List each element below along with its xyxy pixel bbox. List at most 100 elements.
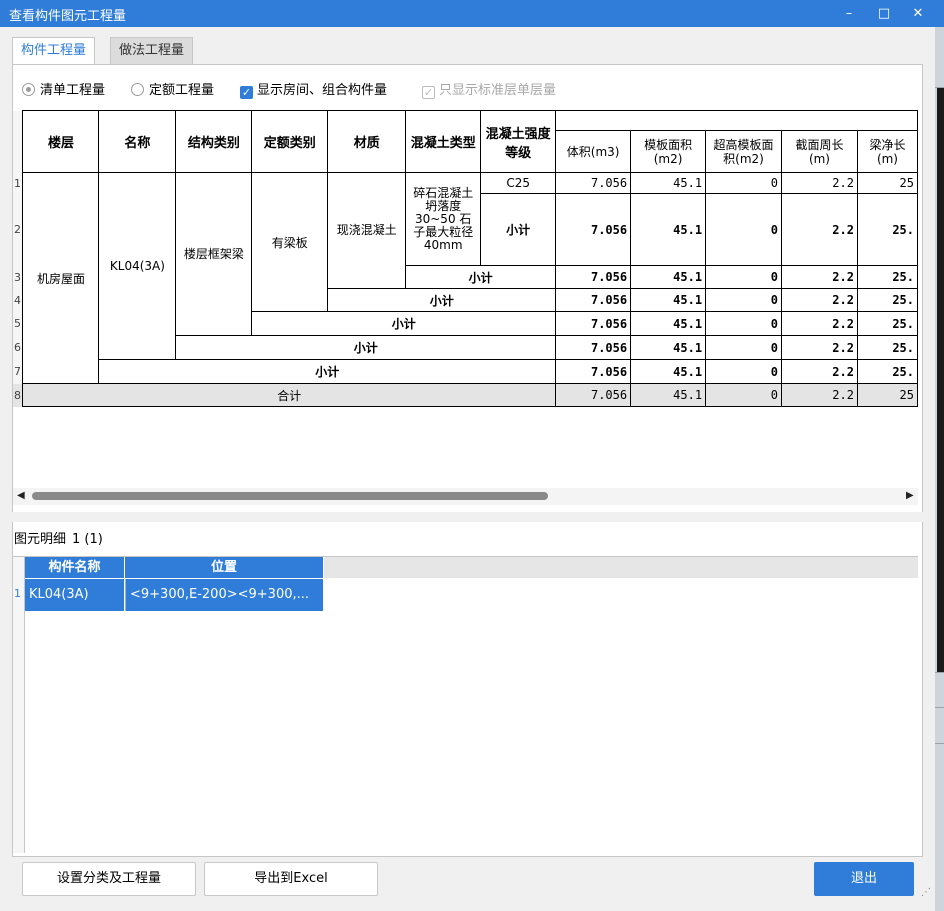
detail-cell-name[interactable]: KL04(3A) [25,579,124,611]
checkbox-standard-floor: ✓ 只显示标准层单层量 [422,80,556,102]
radio-bill-label: 清单工程量 [40,83,106,98]
header-concrete-grade[interactable]: 混凝土强度等级 [480,110,557,173]
cell-quota[interactable]: 有梁板 [251,172,329,312]
row-number: 8 [13,383,24,407]
cell-perimeter[interactable]: 2.2 [781,193,858,266]
close-icon[interactable]: ✕ [903,0,933,27]
row-number: 3 [13,265,24,289]
header-struct[interactable]: 结构类别 [175,110,253,173]
cell-length[interactable]: 25. [856,335,918,360]
cell-formwork[interactable]: 45.1 [630,383,707,407]
header-floor[interactable]: 楼层 [22,110,100,173]
minimize-icon[interactable]: – [834,0,864,27]
cell-formwork[interactable]: 45.1 [630,311,707,336]
cell-length[interactable]: 25. [856,265,918,289]
cell-super[interactable]: 0 [705,172,782,194]
radio-quota-quantity[interactable]: 定额工程量 [131,80,214,102]
row-number-header [13,110,24,173]
header-concrete-type[interactable]: 混凝土类型 [405,110,482,173]
cell-name[interactable]: KL04(3A) [98,172,177,360]
detail-row-number: 1 [14,587,21,600]
cell-formwork[interactable]: 45.1 [630,172,707,194]
cell-length[interactable]: 25. [856,311,918,336]
quantity-grid[interactable]: 楼层 名称 结构类别 定额类别 材质 混凝土类型 混凝土强度等级 体积(m3) … [13,110,918,488]
cell-super[interactable]: 0 [705,193,782,266]
cell-total[interactable]: 合计 [22,383,557,407]
cell-length[interactable]: 25. [856,359,918,384]
cell-subtotal[interactable]: 小计 [327,288,557,312]
exit-button[interactable]: 退出 [814,862,914,896]
header-material[interactable]: 材质 [327,110,407,173]
cell-formwork[interactable]: 45.1 [630,265,707,289]
cell-subtotal[interactable]: 小计 [175,335,557,360]
cell-super[interactable]: 0 [705,359,782,384]
header-perimeter[interactable]: 截面周长(m) [781,130,858,173]
cell-concrete-type[interactable]: 碎石混凝土 坍落度30~50 石子最大粒径40mm [405,172,482,266]
cell-subtotal[interactable]: 小计 [480,193,557,266]
cell-volume[interactable]: 7.056 [555,383,632,407]
cell-super[interactable]: 0 [705,335,782,360]
tab-component-quantity[interactable]: 构件工程量 [12,37,96,65]
header-length[interactable]: 梁净长(m) [856,130,918,173]
cell-perimeter[interactable]: 2.2 [781,172,858,194]
cell-struct[interactable]: 楼层框架梁 [175,172,253,336]
cell-length[interactable]: 25 [856,383,918,407]
cell-subtotal[interactable]: 小计 [251,311,557,336]
cell-super[interactable]: 0 [705,383,782,407]
detail-grid[interactable]: 1 构件名称 位置 KL04(3A) <9+300,E-200><9+300,.… [13,556,918,853]
radio-bill-quantity[interactable]: 清单工程量 [22,80,105,102]
cell-length[interactable]: 25. [856,288,918,312]
row-number: 1 [13,172,24,194]
scroll-left-icon[interactable]: ◀ [17,490,25,501]
cell-grade[interactable]: C25 [480,172,557,194]
cell-perimeter[interactable]: 2.2 [781,311,858,336]
detail-header-empty [324,557,918,578]
checkbox-checked-icon: ✓ [240,86,253,99]
header-volume[interactable]: 体积(m3) [555,130,632,173]
cell-perimeter[interactable]: 2.2 [781,288,858,312]
cell-subtotal[interactable]: 小计 [98,359,557,384]
cell-subtotal[interactable]: 小计 [405,265,557,289]
cell-material[interactable]: 现浇混凝土 [327,172,407,289]
cell-perimeter[interactable]: 2.2 [781,335,858,360]
cell-formwork[interactable]: 45.1 [630,193,707,266]
export-excel-button[interactable]: 导出到Excel [204,862,378,896]
cell-floor[interactable]: 机房屋面 [22,172,100,384]
cell-formwork[interactable]: 45.1 [630,288,707,312]
checkbox-show-rooms[interactable]: ✓ 显示房间、组合构件量 [240,80,387,102]
cell-super[interactable]: 0 [705,311,782,336]
detail-header-name[interactable]: 构件名称 [25,557,124,578]
horizontal-scrollbar[interactable]: ◀ ▶ [13,488,918,505]
maximize-icon[interactable]: □ [869,0,899,27]
cell-volume[interactable]: 7.056 [555,193,632,266]
row-number: 6 [13,335,24,360]
scrollbar-thumb[interactable] [32,492,548,500]
cell-volume[interactable]: 7.056 [555,311,632,336]
cell-formwork[interactable]: 45.1 [630,335,707,360]
scroll-right-icon[interactable]: ▶ [906,490,914,501]
cell-super[interactable]: 0 [705,265,782,289]
cell-perimeter[interactable]: 2.2 [781,265,858,289]
cell-length[interactable]: 25 [856,172,918,194]
tab-method-quantity[interactable]: 做法工程量 [110,37,194,65]
header-name[interactable]: 名称 [98,110,177,173]
cell-volume[interactable]: 7.056 [555,335,632,360]
header-quota[interactable]: 定额类别 [251,110,329,173]
cell-formwork[interactable]: 45.1 [630,359,707,384]
cell-volume[interactable]: 7.056 [555,359,632,384]
cell-super[interactable]: 0 [705,288,782,312]
radio-quota-label: 定额工程量 [149,83,215,98]
cell-perimeter[interactable]: 2.2 [781,359,858,384]
settings-button[interactable]: 设置分类及工程量 [22,862,196,896]
cell-volume[interactable]: 7.056 [555,265,632,289]
detail-header-position[interactable]: 位置 [125,557,323,578]
detail-cell-position[interactable]: <9+300,E-200><9+300,... [125,579,323,611]
header-super-formwork[interactable]: 超高模板面积(m2) [705,130,782,173]
splitter[interactable] [12,512,923,522]
header-formwork[interactable]: 模板面积(m2) [630,130,707,173]
cell-length[interactable]: 25. [856,193,918,266]
cell-volume[interactable]: 7.056 [555,288,632,312]
resize-grip-icon[interactable]: ⋰ [921,887,931,898]
cell-perimeter[interactable]: 2.2 [781,383,858,407]
cell-volume[interactable]: 7.056 [555,172,632,194]
